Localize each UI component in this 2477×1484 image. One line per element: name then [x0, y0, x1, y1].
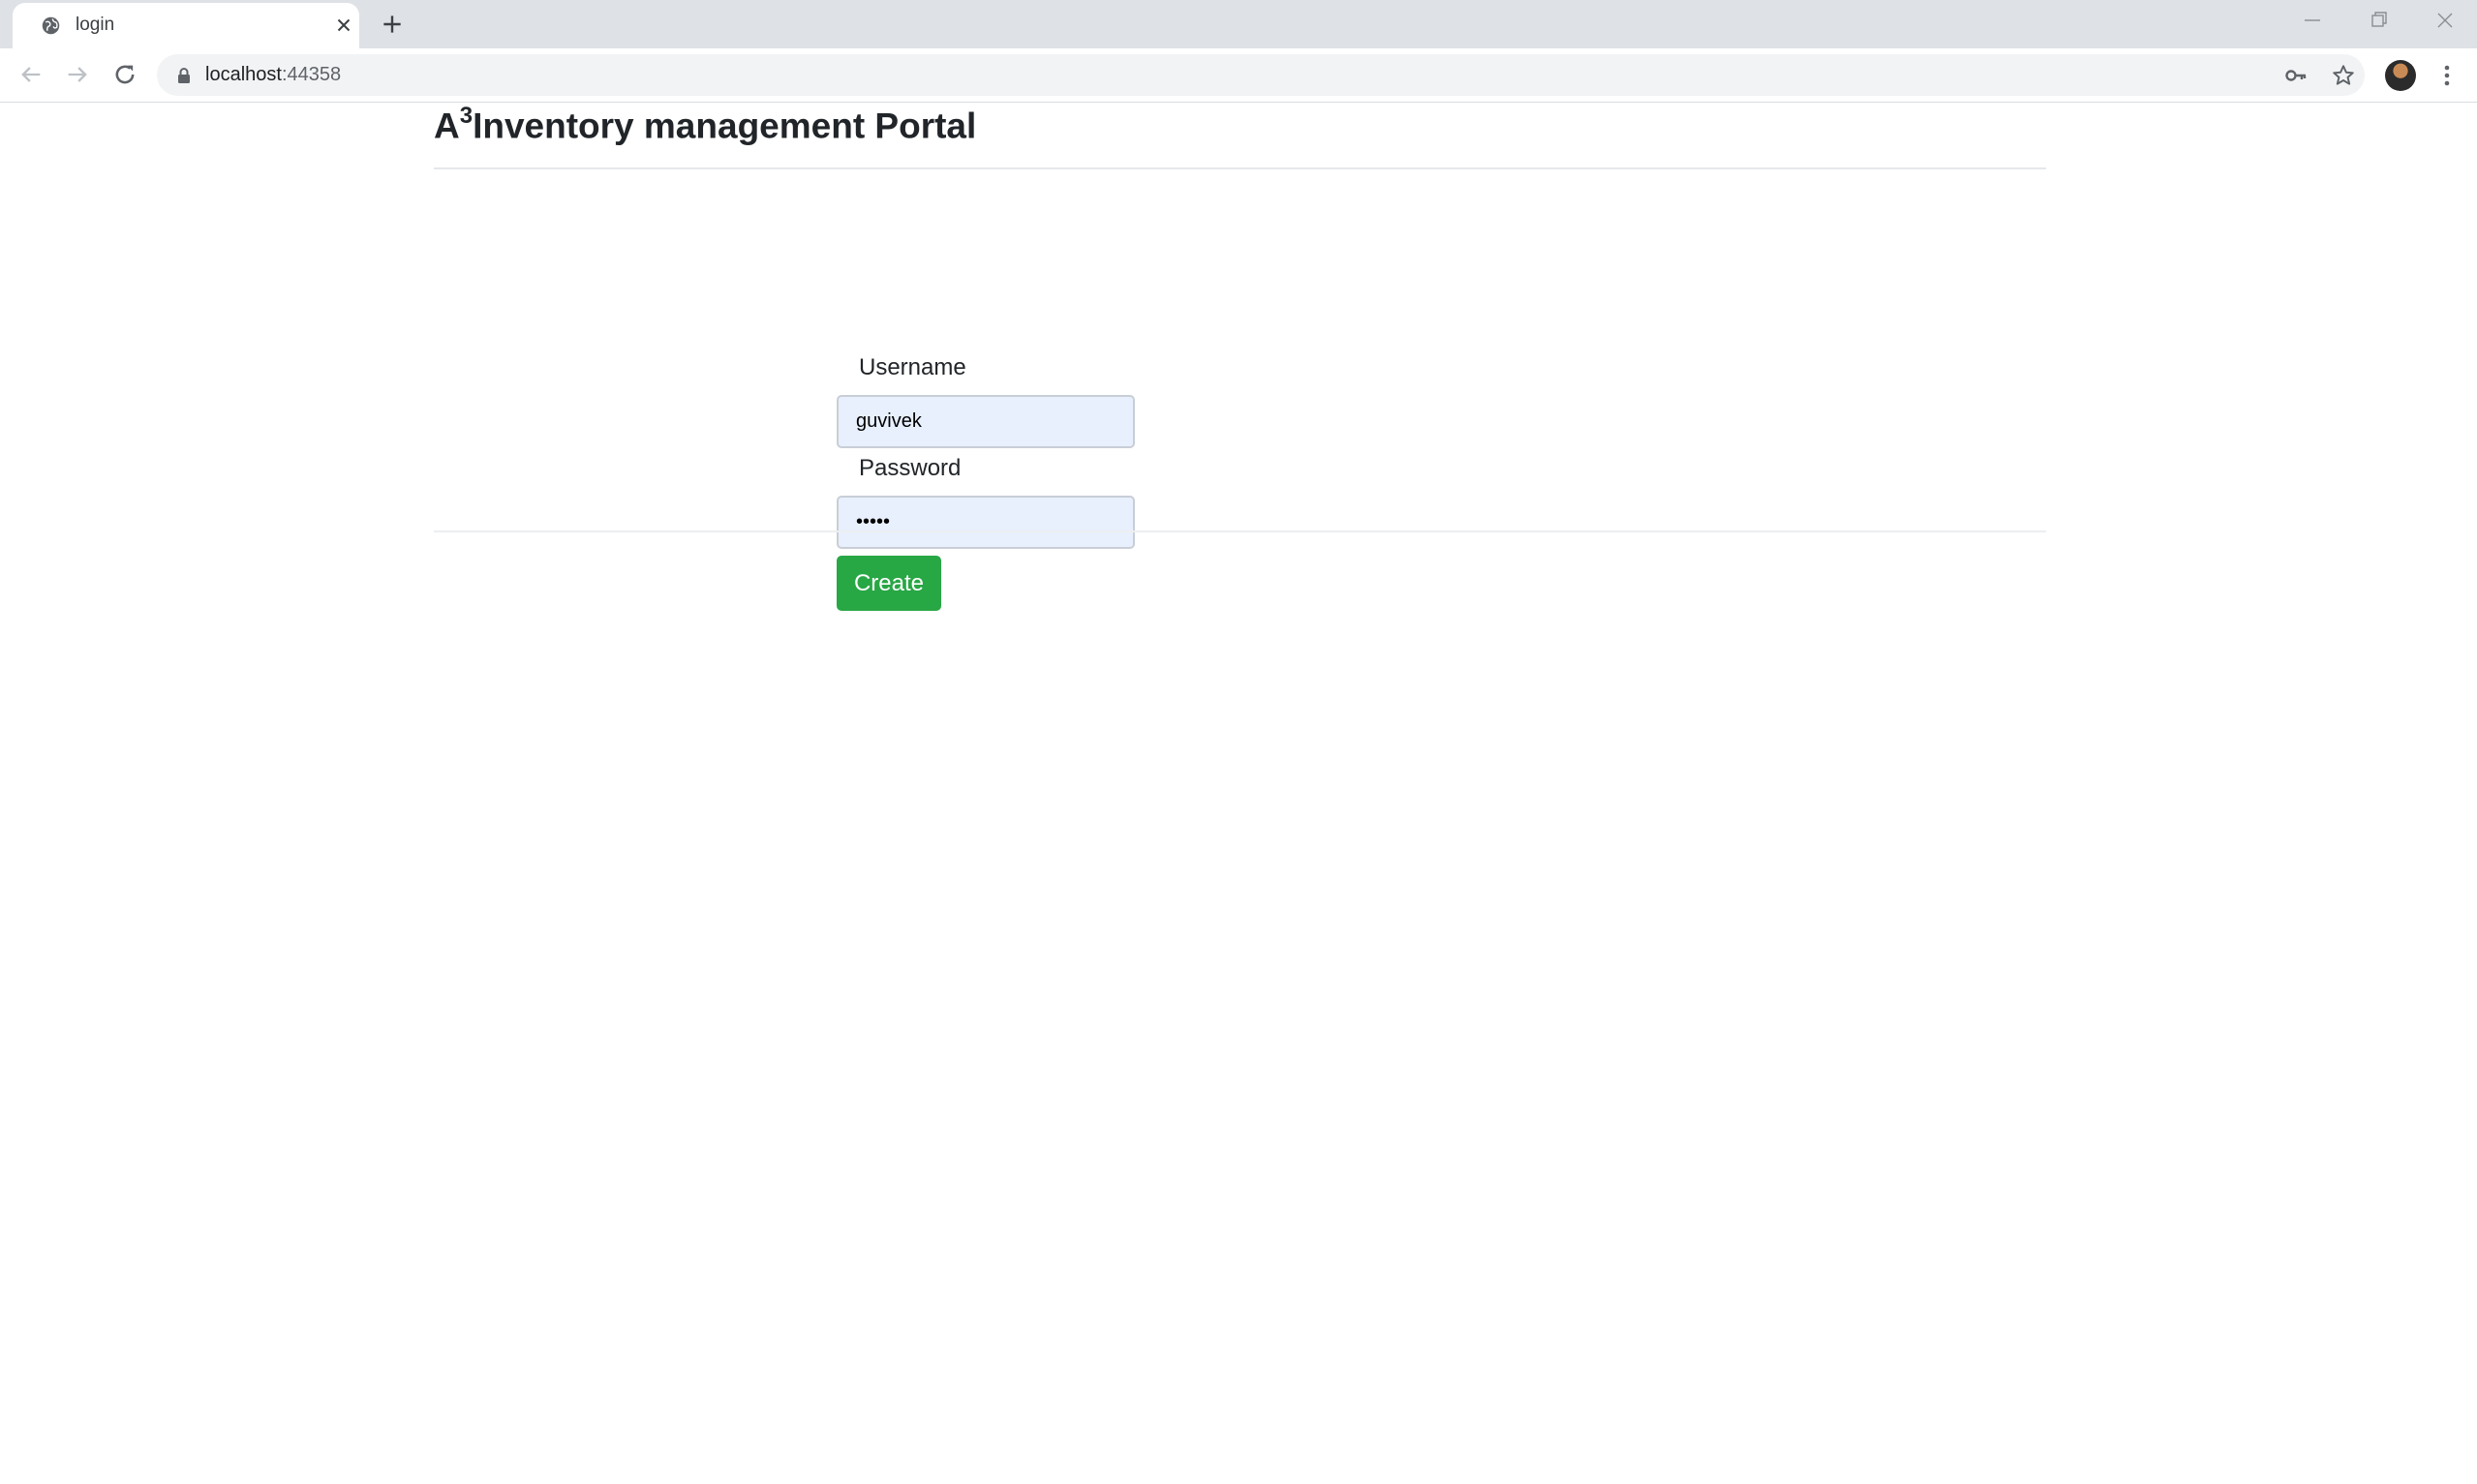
- lock-icon[interactable]: [176, 67, 192, 84]
- brand-title: Inventory management Portal: [473, 106, 977, 146]
- minimize-window-icon[interactable]: [2297, 8, 2328, 33]
- username-label: Username: [859, 354, 966, 380]
- tab-title: login: [76, 15, 115, 35]
- reload-icon[interactable]: [111, 61, 138, 88]
- more-vertical-icon[interactable]: [2435, 62, 2459, 89]
- password-label: Password: [859, 455, 962, 481]
- create-button[interactable]: Create: [837, 556, 941, 611]
- forward-arrow-icon[interactable]: [64, 61, 91, 88]
- password-field[interactable]: •••••: [837, 496, 1135, 549]
- profile-avatar[interactable]: [2385, 60, 2416, 91]
- globe-icon: [42, 16, 60, 35]
- divider: [434, 530, 2046, 532]
- page-content: A3Inventory management Portal Username g…: [0, 103, 2477, 1484]
- restore-window-icon[interactable]: [2363, 8, 2394, 33]
- star-icon[interactable]: [2331, 63, 2356, 88]
- new-tab-icon[interactable]: [380, 12, 405, 37]
- close-tab-icon[interactable]: [333, 15, 354, 36]
- brand-superscript: 3: [459, 103, 474, 129]
- page-header: A3Inventory management Portal: [434, 103, 2046, 169]
- browser-tab-strip: login: [0, 0, 2477, 48]
- close-window-icon[interactable]: [2430, 8, 2461, 33]
- username-field[interactable]: guvivek: [837, 395, 1135, 448]
- browser-toolbar: localhost:44358: [0, 48, 2477, 103]
- back-arrow-icon[interactable]: [17, 61, 45, 88]
- brand-prefix: A: [434, 106, 460, 146]
- browser-tab[interactable]: login: [13, 3, 359, 48]
- key-icon[interactable]: [2283, 63, 2309, 88]
- url-port: :44358: [281, 64, 342, 85]
- page-title: A3Inventory management Portal: [434, 103, 977, 146]
- url-text[interactable]: localhost:44358: [205, 64, 341, 86]
- address-bar[interactable]: localhost:44358: [157, 54, 2365, 96]
- url-host: localhost: [205, 64, 282, 85]
